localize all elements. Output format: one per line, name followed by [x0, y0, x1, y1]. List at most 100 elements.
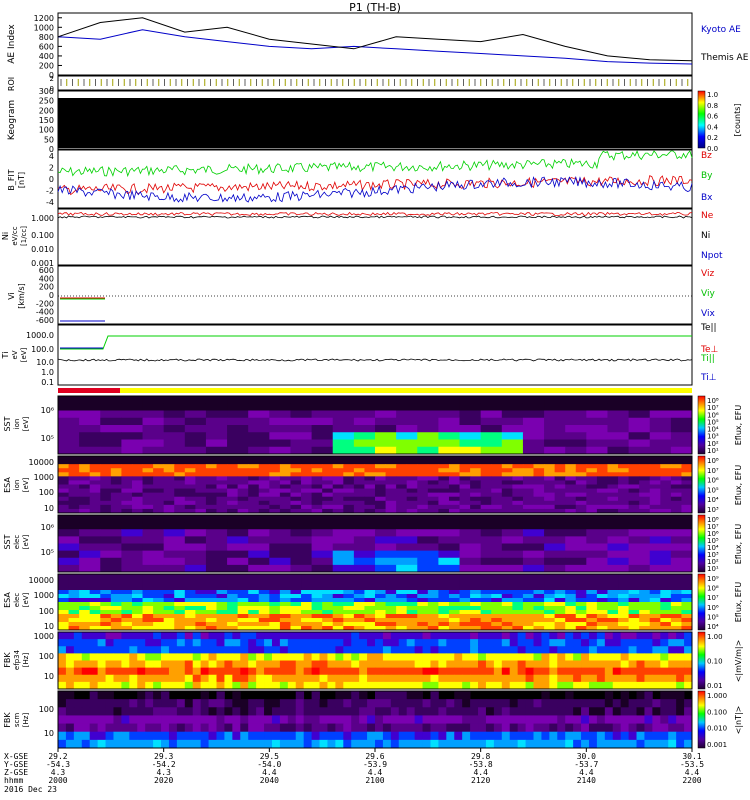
spectrogram-cell: [414, 681, 423, 690]
spectrogram-cell: [269, 590, 281, 595]
spectrogram-cell: [319, 660, 328, 669]
spectrogram-cell: [417, 590, 429, 595]
spectrogram-cell: [295, 667, 305, 676]
spectrogram-cell: [205, 618, 217, 623]
spectrogram-cell: [137, 646, 146, 654]
spectrogram-cell: [205, 598, 217, 603]
spectrogram-cell: [390, 632, 400, 640]
spectrogram-cell: [406, 574, 418, 579]
spectrogram-cell: [73, 632, 83, 640]
spectrogram-cell: [375, 660, 384, 669]
spectrogram-cell: [668, 691, 677, 700]
spectrogram-cell: [319, 723, 328, 733]
spectrogram-cell: [271, 739, 281, 749]
spectrogram-cell: [153, 602, 165, 607]
spectrogram-cell: [446, 681, 455, 690]
spectrogram-cell: [195, 476, 207, 481]
spectrogram-cell: [184, 492, 196, 498]
spectrogram-cell: [129, 681, 138, 690]
spectrogram-cell: [192, 674, 202, 683]
spectrogram-cell: [446, 632, 455, 640]
spectrogram-cell: [522, 550, 545, 559]
spectrogram-cell: [493, 632, 503, 640]
spectrogram-cell: [636, 632, 645, 640]
spectrogram-cell: [105, 691, 114, 700]
spectrogram-cell: [491, 618, 503, 623]
spectrogram-cell: [224, 723, 233, 733]
spectrogram-cell: [522, 410, 545, 419]
spectrogram-cell: [153, 484, 165, 489]
spectrogram-cell: [448, 582, 460, 587]
spectrogram-cell: [258, 468, 270, 473]
spectrogram-cell: [232, 681, 241, 690]
temperature-ylabel-3: [eV]: [20, 347, 28, 362]
spectrogram-cell: [73, 674, 83, 683]
spectrogram-cell: [586, 557, 608, 566]
spectrogram-cell: [517, 653, 526, 661]
spectrogram-cell: [396, 484, 408, 489]
spectrogram-cell: [295, 739, 305, 749]
spectrogram-cell: [279, 590, 291, 595]
spectrogram-cell: [287, 723, 297, 733]
spectrogram-cell: [100, 500, 112, 506]
spectrogram-cell: [454, 723, 463, 733]
spectrogram-cell: [573, 639, 582, 647]
spectrogram-cell: [470, 582, 482, 587]
spectrogram-cell: [351, 699, 360, 708]
spectrogram-cell: [142, 610, 154, 615]
spectrogram-cell: [618, 606, 629, 611]
spectrogram-cell: [459, 598, 471, 603]
spectrogram-cell: [459, 476, 471, 481]
spectrogram-cell: [89, 739, 99, 749]
spectrogram-cell: [153, 582, 165, 587]
spectrogram-cell: [184, 417, 207, 426]
spectrogram-cell: [586, 543, 608, 552]
spectrogram-cell: [628, 715, 637, 724]
spectrogram-cell: [89, 707, 99, 716]
spectrogram-cell: [279, 667, 289, 676]
spectrogram-cell: [232, 723, 241, 733]
spectrogram-cell: [332, 504, 344, 510]
spectrogram-cell: [113, 646, 122, 654]
spectrogram-cell: [628, 425, 651, 433]
ae-series-1: [57, 17, 693, 62]
spectrogram-cell: [430, 699, 439, 708]
spectrogram-cell: [681, 606, 693, 611]
spectrogram-cell: [396, 472, 408, 477]
spectrogram-cell: [533, 504, 545, 510]
spectrogram-cell: [110, 460, 122, 465]
spectrogram-cell: [525, 632, 534, 640]
spectrogram-cell: [224, 639, 233, 647]
spectrogram-cell: [573, 681, 582, 690]
spectrogram-cell: [332, 480, 344, 485]
spectrogram-cell: [544, 500, 556, 506]
spectrogram-cell: [501, 403, 524, 411]
spectrogram-cell: [618, 618, 629, 623]
spectrogram-cell: [100, 522, 122, 530]
spectrogram-cell: [639, 586, 651, 591]
spectrogram-cell: [248, 439, 270, 448]
spectrogram-cell: [110, 456, 122, 461]
spectrogram-cell: [588, 723, 598, 733]
spectrogram-cell: [322, 484, 334, 489]
spectrogram-cell: [406, 460, 418, 465]
spectrogram-cell: [478, 707, 487, 716]
spectrogram-cell: [427, 598, 439, 603]
spectrogram-cell: [343, 456, 355, 461]
spectrogram-cell: [652, 681, 661, 690]
spectrogram-cell: [544, 446, 566, 455]
spectrogram-cell: [670, 396, 693, 404]
spectrogram-cell: [353, 468, 365, 473]
spectrogram-cell: [145, 660, 154, 669]
spectrogram-cell: [480, 602, 492, 607]
spectrogram-cell: [382, 739, 392, 749]
spectrogram-cell: [596, 590, 608, 595]
spectrogram-cell: [544, 504, 556, 510]
spectrogram-cell: [438, 456, 450, 461]
spectrogram-cell: [612, 639, 622, 647]
spectrogram-cell: [554, 606, 566, 611]
spectrogram-cell: [649, 500, 661, 506]
spectrogram-cell: [121, 582, 133, 587]
spectrogram-cell: [612, 660, 622, 669]
spectrogram-cell: [414, 667, 423, 676]
